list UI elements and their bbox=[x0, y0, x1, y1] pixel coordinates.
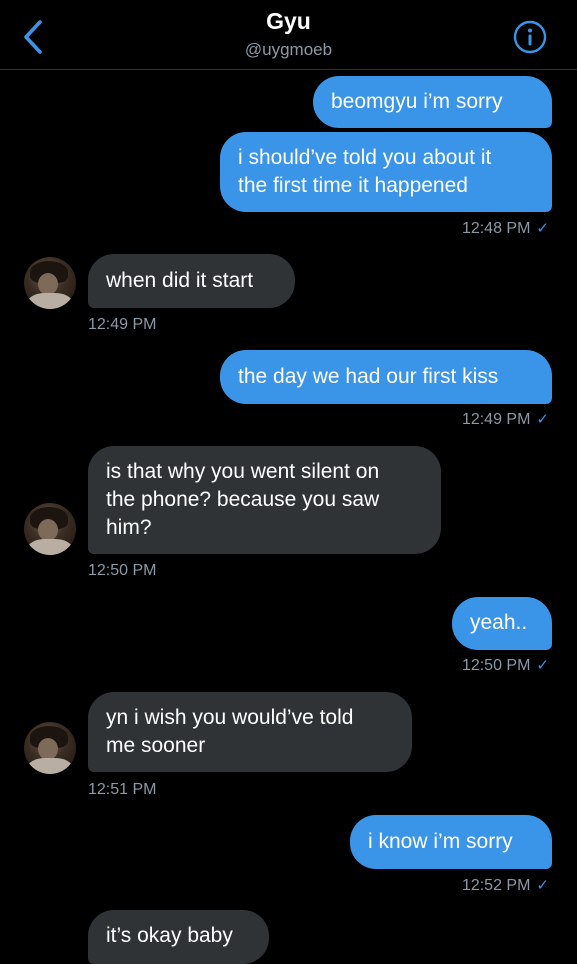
received-message-bubble[interactable]: yn i wish you would’ve told me sooner bbox=[88, 692, 412, 772]
message-timestamp: 12:49 PM bbox=[88, 316, 157, 333]
message-text: i know i’m sorry bbox=[368, 830, 513, 853]
message-text: when did it start bbox=[106, 269, 254, 292]
contact-handle: @uygmoeb bbox=[244, 40, 333, 59]
received-message-bubble[interactable]: is that why you went silent on the phone… bbox=[88, 446, 441, 554]
received-message-bubble[interactable]: when did it start bbox=[88, 254, 295, 308]
contact-avatar[interactable] bbox=[24, 722, 76, 774]
message-text: the day we had our first kiss bbox=[238, 365, 499, 388]
checkmark-icon: ✓ bbox=[536, 657, 549, 674]
checkmark-icon: ✓ bbox=[536, 877, 549, 894]
received-message-bubble[interactable]: it’s okay baby bbox=[88, 910, 269, 964]
conversation-header: Gyu @uygmoeb bbox=[0, 0, 577, 70]
message-text: beomgyu i’m sorry bbox=[331, 90, 503, 113]
message-text: yn i wish you would’ve told me sooner bbox=[106, 706, 354, 757]
message-timestamp: 12:51 PM bbox=[88, 781, 157, 798]
checkmark-icon: ✓ bbox=[536, 220, 549, 237]
message-text: yeah.. bbox=[470, 611, 528, 634]
message-text: it’s okay baby bbox=[106, 924, 233, 947]
message-timestamp: 12:49 PM ✓ bbox=[461, 411, 549, 428]
contact-name[interactable]: Gyu bbox=[0, 8, 577, 35]
contact-avatar[interactable] bbox=[24, 503, 76, 555]
message-text: is that why you went silent on the phone… bbox=[106, 460, 380, 539]
message-timestamp: 12:52 PM ✓ bbox=[461, 877, 549, 894]
sent-message-bubble[interactable]: yeah.. bbox=[452, 597, 552, 650]
contact-avatar[interactable] bbox=[24, 257, 76, 309]
sent-message-bubble[interactable]: i should’ve told you about it the first … bbox=[220, 132, 552, 212]
message-text: i should’ve told you about it the first … bbox=[238, 146, 492, 197]
message-timestamp: 12:48 PM ✓ bbox=[461, 220, 549, 237]
sent-message-bubble[interactable]: beomgyu i’m sorry bbox=[313, 76, 552, 128]
message-timestamp: 12:50 PM ✓ bbox=[461, 657, 549, 674]
sent-message-bubble[interactable]: the day we had our first kiss bbox=[220, 350, 552, 404]
checkmark-icon: ✓ bbox=[536, 411, 549, 428]
info-icon[interactable] bbox=[513, 20, 547, 54]
message-timestamp: 12:50 PM bbox=[88, 562, 157, 579]
sent-message-bubble[interactable]: i know i’m sorry bbox=[350, 815, 552, 869]
